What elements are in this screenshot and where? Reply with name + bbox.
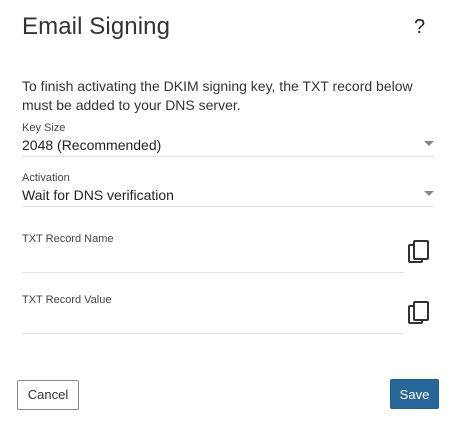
txt-record-value-field: TXT Record Value xyxy=(22,294,404,334)
copy-icon[interactable] xyxy=(407,239,433,267)
activation-field: Activation Wait for DNS verification xyxy=(22,172,434,207)
key-size-value: 2048 (Recommended) xyxy=(22,137,162,153)
activation-select[interactable]: Wait for DNS verification xyxy=(22,186,434,207)
help-icon[interactable]: ? xyxy=(414,16,425,39)
copy-icon[interactable] xyxy=(407,300,433,328)
key-size-field: Key Size 2048 (Recommended) xyxy=(22,122,434,157)
activation-value: Wait for DNS verification xyxy=(22,187,174,203)
chevron-down-icon xyxy=(424,191,434,196)
txt-record-value-input[interactable] xyxy=(22,312,404,334)
txt-record-name-field: TXT Record Name xyxy=(22,233,404,273)
cancel-button[interactable]: Cancel xyxy=(17,380,79,410)
txt-record-value-label: TXT Record Value xyxy=(22,294,112,306)
txt-record-name-label: TXT Record Name xyxy=(22,233,114,245)
key-size-label: Key Size xyxy=(22,122,66,134)
dialog-title: Email Signing xyxy=(22,13,171,40)
txt-record-name-input[interactable] xyxy=(22,251,404,273)
dialog-description: To finish activating the DKIM signing ke… xyxy=(22,78,413,113)
key-size-select[interactable]: 2048 (Recommended) xyxy=(22,136,434,157)
chevron-down-icon xyxy=(424,141,434,146)
email-signing-dialog: Email Signing ? To finish activating the… xyxy=(0,0,456,426)
save-button[interactable]: Save xyxy=(390,379,439,409)
activation-label: Activation xyxy=(22,172,70,184)
